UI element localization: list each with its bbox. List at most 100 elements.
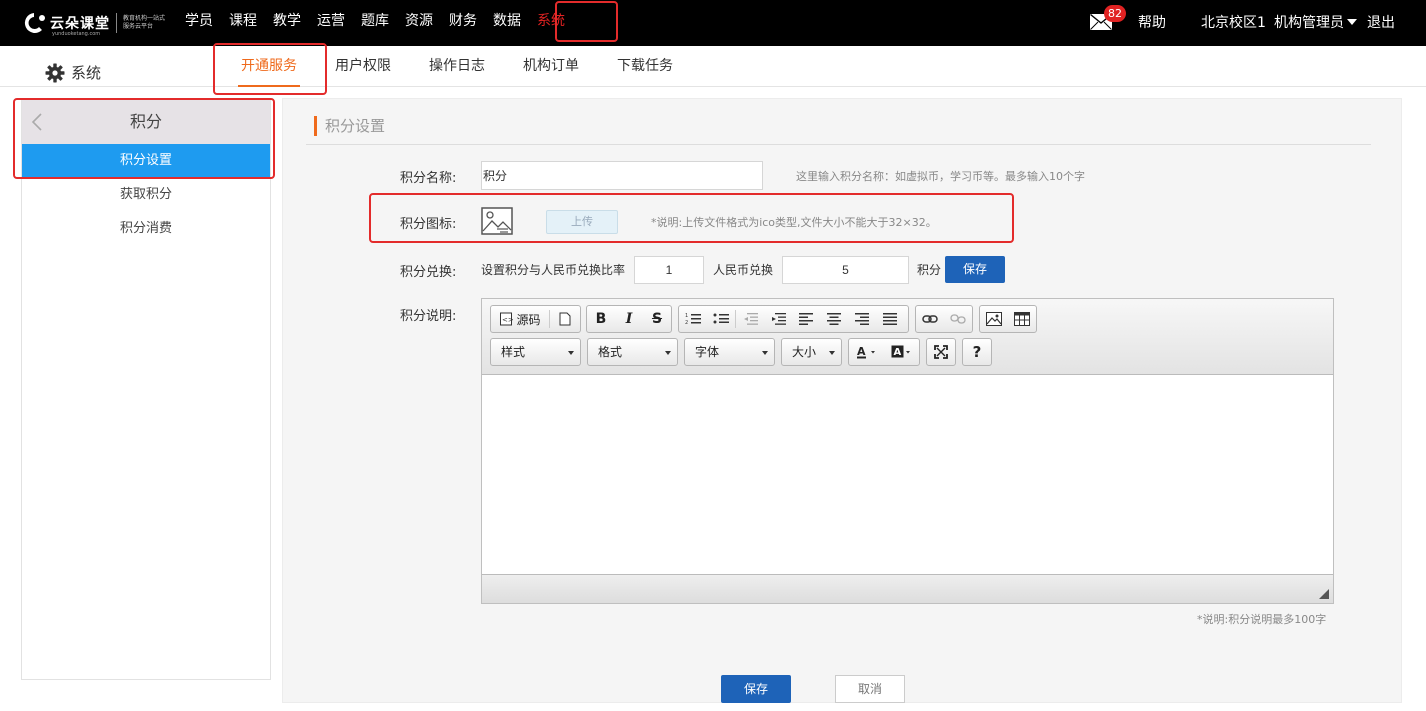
chevron-down-icon <box>829 351 835 355</box>
tab-user-permissions[interactable]: 用户权限 <box>316 46 410 87</box>
svg-text:A: A <box>893 347 901 358</box>
exchange-save-button[interactable]: 保存 <box>945 256 1005 283</box>
svg-text:<>: <> <box>502 316 513 324</box>
bold-icon[interactable]: B <box>587 306 615 332</box>
caret-down-icon <box>1347 19 1357 25</box>
align-center-icon[interactable] <box>820 306 848 332</box>
nav-resources[interactable]: 资源 <box>397 0 441 46</box>
points-unit-text: 积分 <box>917 263 942 277</box>
align-left-icon[interactable] <box>792 306 820 332</box>
top-navbar: 云朵课堂 教育机构一站式服务云平台 yunduoketang.com 学员 课程… <box>0 0 1426 46</box>
align-right-icon[interactable] <box>848 306 876 332</box>
points-name-hint: 这里输入积分名称：如虚拟币，学习币等。最多输入10个字 <box>796 170 1085 183</box>
font-dropdown-label: 字体 <box>695 345 720 359</box>
nav-operations[interactable]: 运营 <box>309 0 353 46</box>
size-dropdown[interactable]: 大小 <box>781 338 842 366</box>
unlink-icon[interactable] <box>944 306 972 332</box>
sub-navbar: 系统 开通服务 用户权限 操作日志 机构订单 下载任务 <box>0 46 1426 87</box>
maximize-icon[interactable] <box>927 339 955 365</box>
table-icon[interactable] <box>1008 306 1036 332</box>
numbered-list-icon[interactable]: 12 <box>679 306 707 332</box>
style-dropdown[interactable]: 样式 <box>490 338 581 366</box>
help-icon[interactable]: ? <box>963 339 991 365</box>
nav-data[interactable]: 数据 <box>485 0 529 46</box>
background-color-icon[interactable]: A <box>884 339 919 365</box>
sidebar-item-earn-points[interactable]: 获取积分 <box>22 178 270 212</box>
toolbar-group-insert <box>979 305 1037 333</box>
tab-org-orders[interactable]: 机构订单 <box>504 46 598 87</box>
style-dropdown-label: 样式 <box>501 345 526 359</box>
editor-footer <box>482 574 1333 603</box>
points-exchange-label: 积分兑换: <box>400 265 457 280</box>
sidebar: 积分 积分设置 获取积分 积分消费 <box>21 98 271 680</box>
nav-system[interactable]: 系统 <box>529 0 573 46</box>
points-name-input[interactable] <box>481 161 763 190</box>
logout-link[interactable]: 退出 <box>1367 12 1395 32</box>
chevron-down-icon <box>665 351 671 355</box>
section-divider <box>306 144 1371 145</box>
save-button[interactable]: 保存 <box>721 675 791 703</box>
cancel-button[interactable]: 取消 <box>835 675 905 703</box>
tab-open-services[interactable]: 开通服务 <box>222 46 316 87</box>
rmb-exchange-text: 人民币兑换 <box>713 263 774 277</box>
help-link[interactable]: 帮助 <box>1138 12 1166 32</box>
increase-indent-icon[interactable] <box>764 306 792 332</box>
decrease-indent-icon[interactable] <box>736 306 764 332</box>
chevron-down-icon <box>762 351 768 355</box>
toolbar-group-paragraph: 12 <box>678 305 909 333</box>
sidebar-item-spend-points[interactable]: 积分消费 <box>22 212 270 246</box>
strikethrough-icon[interactable]: S <box>643 306 671 332</box>
toolbar-group-tools <box>926 338 956 366</box>
toolbar-group-document: <> 源码 <box>490 305 581 333</box>
points-description-label: 积分说明: <box>400 309 457 324</box>
tab-operation-log[interactable]: 操作日志 <box>410 46 504 87</box>
italic-icon[interactable]: I <box>615 306 643 332</box>
toolbar-group-about: ? <box>962 338 992 366</box>
nav-question-bank[interactable]: 题库 <box>353 0 397 46</box>
svg-text:1: 1 <box>685 313 688 319</box>
exchange-rate-text: 设置积分与人民币兑换比率 <box>481 263 626 277</box>
rmb-amount-input[interactable] <box>634 256 704 284</box>
rich-text-editor: <> 源码 B I S 12 样式 格式 字体 大小 A A ? <box>481 298 1334 604</box>
sidebar-item-points-settings[interactable]: 积分设置 <box>22 144 270 178</box>
points-icon-hint: *说明:上传文件格式为ico类型,文件大小不能大于32×32。 <box>651 216 937 229</box>
justify-icon[interactable] <box>876 306 904 332</box>
tab-download-tasks[interactable]: 下载任务 <box>598 46 692 87</box>
section-title: 积分设置 <box>314 116 385 136</box>
text-color-icon[interactable]: A <box>849 339 884 365</box>
main-content: 积分设置 积分名称: 这里输入积分名称：如虚拟币，学习币等。最多输入10个字 积… <box>282 98 1402 703</box>
source-button[interactable]: <> 源码 <box>491 306 549 332</box>
sub-tabs: 开通服务 用户权限 操作日志 机构订单 下载任务 <box>222 46 692 87</box>
svg-text:2: 2 <box>685 320 688 326</box>
nav-finance[interactable]: 财务 <box>441 0 485 46</box>
nav-teaching[interactable]: 教学 <box>265 0 309 46</box>
link-icon[interactable] <box>916 306 944 332</box>
upload-button[interactable]: 上传 <box>546 210 618 234</box>
font-dropdown[interactable]: 字体 <box>684 338 775 366</box>
editor-content-area[interactable] <box>482 375 1333 575</box>
format-dropdown[interactable]: 格式 <box>587 338 678 366</box>
new-page-button[interactable] <box>550 306 580 332</box>
description-hint: *说明:积分说明最多100字 <box>1197 613 1327 626</box>
chevron-left-icon[interactable] <box>30 113 44 131</box>
admin-menu[interactable]: 机构管理员 <box>1274 12 1357 32</box>
source-code-icon: <> <box>500 312 513 326</box>
toolbar-group-basic-styles: B I S <box>586 305 672 333</box>
sidebar-title: 积分 <box>129 112 162 131</box>
campus-selector[interactable]: 北京校区1 <box>1201 12 1266 32</box>
nav-courses[interactable]: 课程 <box>221 0 265 46</box>
admin-name: 机构管理员 <box>1274 15 1344 31</box>
image-icon[interactable] <box>980 306 1008 332</box>
toolbar-group-links <box>915 305 973 333</box>
bulleted-list-icon[interactable] <box>707 306 735 332</box>
brand-logo[interactable]: 云朵课堂 教育机构一站式服务云平台 yunduoketang.com <box>20 8 169 38</box>
editor-toolbar: <> 源码 B I S 12 样式 格式 字体 大小 A A ? <box>482 299 1333 375</box>
brand-name: 云朵课堂 <box>50 16 110 32</box>
cloud-logo-icon <box>24 13 45 33</box>
nav-students[interactable]: 学员 <box>177 0 221 46</box>
svg-text:A: A <box>857 345 866 358</box>
points-amount-input[interactable] <box>782 256 909 284</box>
gear-icon <box>45 63 65 82</box>
resize-handle-icon[interactable] <box>1319 589 1329 599</box>
points-icon-label: 积分图标: <box>400 217 457 232</box>
